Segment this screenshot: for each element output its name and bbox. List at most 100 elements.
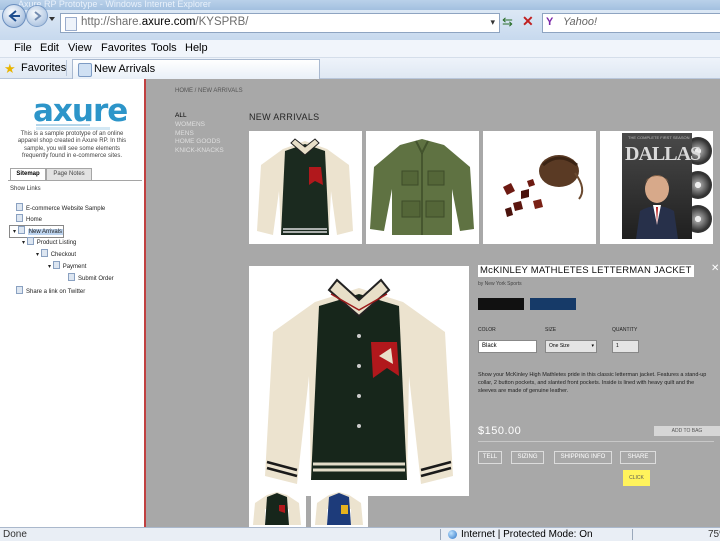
color-label: COLOR bbox=[478, 327, 496, 333]
menu-edit[interactable]: Edit bbox=[40, 42, 59, 54]
category-womens[interactable]: WOMENS bbox=[175, 121, 224, 130]
sidebar-description: This is a sample prototype of an online … bbox=[17, 131, 127, 160]
menu-bar: File Edit View Favorites Tools Help bbox=[0, 40, 720, 58]
logo-decoration bbox=[36, 124, 90, 126]
address-bar[interactable]: http://share.axure.com/KYSPRB/ ▾ bbox=[60, 13, 500, 33]
tab-title: New Arrivals bbox=[94, 63, 156, 75]
sitemap-item-product-listing[interactable]: ▾ Product Listing bbox=[22, 237, 76, 246]
sitemap-item-checkout[interactable]: ▾ Checkout bbox=[36, 249, 76, 258]
yahoo-icon: Y bbox=[546, 16, 554, 28]
favorites-star-icon[interactable]: ★ bbox=[4, 61, 16, 77]
menu-help[interactable]: Help bbox=[185, 42, 208, 54]
browser-tab[interactable]: New Arrivals bbox=[72, 59, 320, 79]
price-divider bbox=[478, 441, 714, 442]
page-icon bbox=[16, 203, 23, 211]
category-list: ALL WOMENS MENS HOME GOODS KNICK-KNACKS bbox=[175, 112, 224, 156]
product-name: McKINLEY MATHLETES LETTERMAN JACKET bbox=[478, 265, 694, 277]
menu-favorites[interactable]: Favorites bbox=[101, 42, 146, 54]
tell-button[interactable]: TELL bbox=[478, 451, 502, 464]
page-icon bbox=[16, 286, 23, 294]
favorites-divider bbox=[66, 60, 67, 76]
page-icon bbox=[17, 226, 25, 234]
favorites-button[interactable]: Favorites bbox=[21, 62, 66, 74]
close-icon[interactable]: ✕ bbox=[711, 264, 720, 274]
letterman-jacket-image bbox=[257, 138, 353, 235]
shipping-info-button[interactable]: SHIPPING INFO bbox=[554, 451, 612, 464]
size-label: SIZE bbox=[545, 327, 557, 333]
product-thumb-jacket[interactable] bbox=[249, 131, 362, 244]
product-thumb-field-jacket[interactable] bbox=[366, 131, 479, 244]
page-icon bbox=[65, 17, 77, 31]
field-jacket-image bbox=[370, 139, 474, 235]
forward-button[interactable] bbox=[26, 5, 48, 27]
search-box[interactable]: Y Yahoo! bbox=[542, 13, 720, 33]
dvd-portrait-image bbox=[636, 175, 678, 239]
zoom-level[interactable]: 75% bbox=[708, 529, 720, 540]
blue-jacket-thumb-image bbox=[315, 492, 363, 525]
logo-decoration bbox=[36, 127, 110, 130]
category-all[interactable]: ALL bbox=[175, 112, 224, 121]
back-button[interactable] bbox=[2, 4, 26, 28]
internet-zone-icon bbox=[448, 530, 457, 539]
address-dropdown-icon[interactable]: ▾ bbox=[490, 17, 495, 28]
sizing-button[interactable]: SIZING bbox=[511, 451, 544, 464]
status-text: Done bbox=[3, 529, 27, 540]
category-knick-knacks[interactable]: KNICK-KNACKS bbox=[175, 147, 224, 156]
product-thumb-dice[interactable] bbox=[483, 131, 596, 244]
quantity-label: QUANTITY bbox=[612, 327, 638, 333]
product-byline: by New York Sports bbox=[478, 281, 522, 287]
category-mens[interactable]: MENS bbox=[175, 130, 224, 139]
letterman-jacket-large-image bbox=[265, 278, 453, 484]
size-select[interactable]: One Size ▾ bbox=[545, 340, 597, 353]
sitemap-item-twitter[interactable]: Share a link on Twitter bbox=[16, 286, 85, 295]
sticky-note: CLICK bbox=[623, 470, 650, 486]
size-value: One Size bbox=[549, 343, 570, 349]
status-divider bbox=[632, 529, 633, 540]
chevron-down-icon: ▾ bbox=[591, 343, 594, 349]
url-text: http://share.axure.com/KYSPRB/ bbox=[81, 16, 249, 28]
page-icon bbox=[52, 261, 60, 269]
quantity-field[interactable]: 1 bbox=[612, 340, 639, 353]
product-thumb-dvd[interactable]: THE COMPLETE FIRST SEASON DALLAS bbox=[600, 131, 713, 244]
show-links-link[interactable]: Show Links bbox=[10, 186, 41, 192]
sitemap-item-home[interactable]: Home bbox=[16, 214, 42, 223]
forward-arrow-icon bbox=[34, 11, 42, 21]
recent-pages-dropdown[interactable] bbox=[48, 14, 56, 24]
status-bar: Done Internet | Protected Mode: On 75% bbox=[0, 527, 720, 541]
status-divider bbox=[440, 529, 441, 540]
thumbnail-black-jacket[interactable] bbox=[249, 489, 306, 527]
back-arrow-icon bbox=[8, 10, 20, 22]
category-home-goods[interactable]: HOME GOODS bbox=[175, 138, 224, 147]
black-jacket-thumb-image bbox=[253, 492, 301, 525]
page-icon bbox=[68, 273, 75, 281]
product-main-image[interactable] bbox=[249, 266, 469, 496]
color-swatch-navy[interactable] bbox=[530, 298, 576, 310]
refresh-icon[interactable]: ⇆ bbox=[502, 14, 513, 30]
product-price: $150.00 bbox=[478, 425, 522, 437]
section-title: NEW ARRIVALS bbox=[249, 112, 320, 122]
tab-sitemap[interactable]: Sitemap bbox=[10, 168, 46, 180]
color-field[interactable]: Black bbox=[478, 340, 537, 353]
security-zone[interactable]: Internet | Protected Mode: On bbox=[461, 529, 593, 540]
page-icon bbox=[16, 214, 23, 222]
stop-icon[interactable]: ✕ bbox=[522, 13, 534, 30]
menu-file[interactable]: File bbox=[14, 42, 32, 54]
menu-view[interactable]: View bbox=[68, 42, 92, 54]
add-to-bag-button[interactable]: ADD TO BAG bbox=[654, 426, 720, 436]
share-button[interactable]: SHARE bbox=[620, 451, 656, 464]
tab-page-notes[interactable]: Page Notes bbox=[46, 168, 92, 180]
window-titlebar: Axure RP Prototype - Windows Internet Ex… bbox=[0, 0, 720, 10]
breadcrumb[interactable]: HOME / NEW ARRIVALS bbox=[175, 88, 243, 94]
window-title: Axure RP Prototype - Windows Internet Ex… bbox=[18, 0, 211, 9]
sitemap-item-payment[interactable]: ▾ Payment bbox=[48, 261, 86, 270]
thumbnail-blue-jacket[interactable] bbox=[311, 489, 368, 527]
menu-tools[interactable]: Tools bbox=[151, 42, 177, 54]
sitemap-item-submit-order[interactable]: Submit Order bbox=[68, 273, 114, 282]
dice-bag-image bbox=[503, 155, 584, 217]
dvd-cover: THE COMPLETE FIRST SEASON DALLAS bbox=[622, 133, 701, 239]
sitemap-item-ecommerce[interactable]: E-commerce Website Sample bbox=[16, 203, 105, 212]
color-swatch-black[interactable] bbox=[478, 298, 524, 310]
search-placeholder: Yahoo! bbox=[563, 16, 598, 28]
chevron-down-icon bbox=[49, 17, 55, 21]
product-description: Show your McKinley High Mathletes pride … bbox=[478, 372, 707, 395]
